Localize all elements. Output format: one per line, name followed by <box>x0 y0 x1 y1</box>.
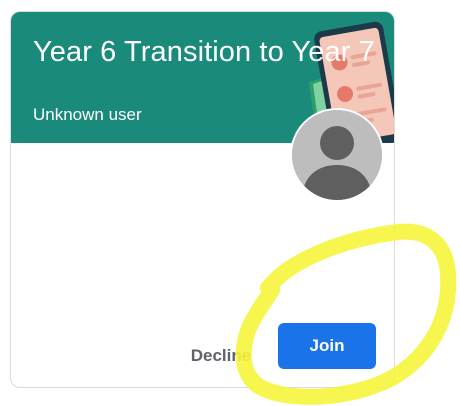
join-button[interactable]: Join <box>278 323 376 369</box>
class-invitation-card: Year 6 Transition to Year 7 Unknown user… <box>10 11 395 388</box>
screenshot-stage: Year 6 Transition to Year 7 Unknown user… <box>0 0 460 406</box>
teacher-avatar <box>290 108 384 202</box>
teacher-name: Unknown user <box>33 105 142 124</box>
person-silhouette-icon <box>292 110 382 200</box>
class-title[interactable]: Year 6 Transition to Year 7 <box>33 34 375 70</box>
decline-button[interactable]: Decline <box>179 334 263 378</box>
